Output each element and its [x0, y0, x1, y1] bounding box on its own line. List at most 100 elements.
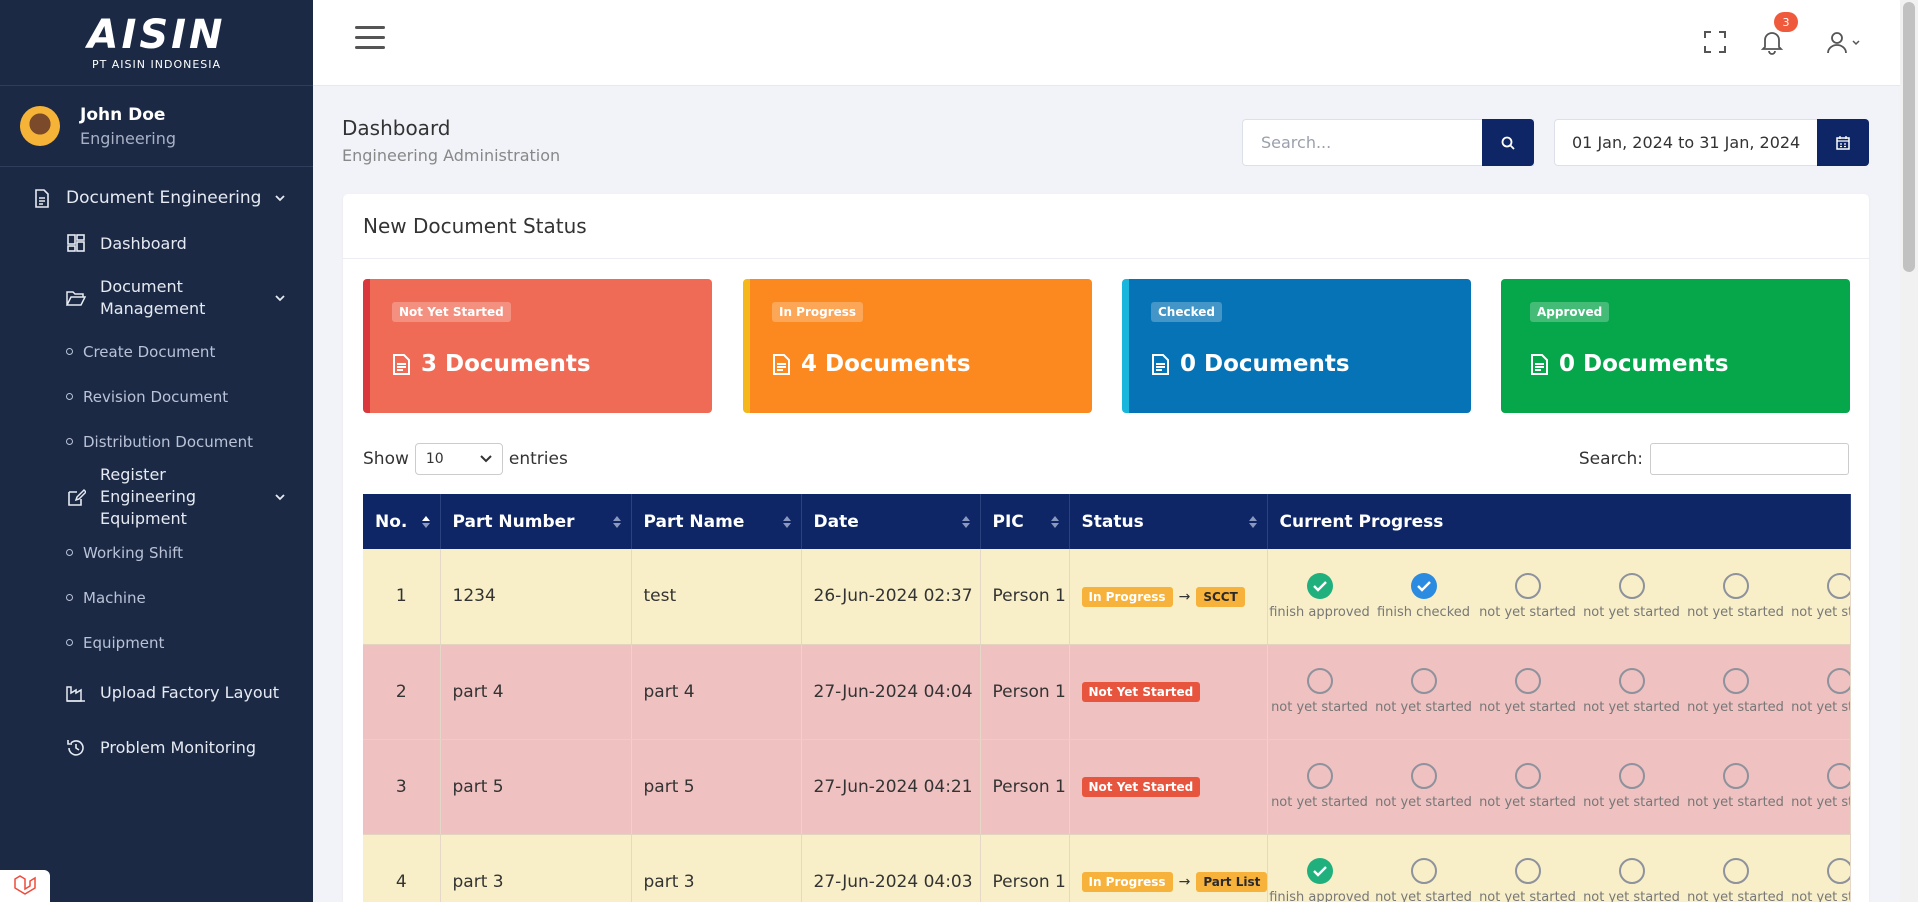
- sidebar-item-label: Working Shift: [83, 543, 184, 562]
- progress-step: not yet started: [1476, 763, 1580, 810]
- table-search-input[interactable]: [1650, 443, 1849, 475]
- progress-step-label: not yet started: [1791, 890, 1849, 902]
- progress-step-label: not yet started: [1479, 795, 1576, 810]
- sort-icon[interactable]: [782, 516, 791, 528]
- empty-circle-icon: [1618, 668, 1645, 694]
- col-date-header[interactable]: Date: [801, 494, 981, 549]
- sidebar: AISIN PT AISIN INDONESIA John Doe Engine…: [0, 0, 313, 902]
- entries-value: 10: [425, 451, 444, 467]
- page-scrollbar[interactable]: [1900, 0, 1918, 902]
- user-profile[interactable]: John Doe Engineering: [0, 86, 313, 167]
- circle-icon: [66, 348, 73, 355]
- stat-label: In Progress: [772, 302, 864, 322]
- progress-step-label: not yet started: [1479, 700, 1576, 715]
- search-icon: [1501, 136, 1515, 150]
- sidebar-item-upload-factory-layout[interactable]: Upload Factory Layout: [0, 665, 313, 720]
- sidebar-item-working-shift[interactable]: Working Shift: [0, 530, 313, 575]
- table-row[interactable]: 4 part 3 part 3 27-Jun-2024 04:03 Person 1 In…: [363, 834, 1851, 902]
- search-button[interactable]: [1482, 119, 1534, 166]
- cell-status: Not Yet Started: [1069, 644, 1268, 740]
- empty-circle-icon: [1306, 763, 1333, 789]
- progress-step-label: finish approved: [1269, 890, 1370, 902]
- stat-card-approved[interactable]: Approved 0 Documents: [1501, 279, 1850, 413]
- col-part-name-header[interactable]: Part Name: [631, 494, 802, 549]
- sort-icon[interactable]: [421, 516, 430, 528]
- sidebar-item-distribution-document[interactable]: Distribution Document: [0, 419, 313, 464]
- fullscreen-icon[interactable]: [1701, 28, 1729, 56]
- sidebar-item-document-engineering[interactable]: Document Engineering: [0, 177, 313, 219]
- laravel-debug-icon[interactable]: [0, 870, 50, 902]
- sidebar-item-dashboard[interactable]: Dashboard: [0, 219, 313, 267]
- sidebar-item-revision-document[interactable]: Revision Document: [0, 374, 313, 419]
- sort-icon[interactable]: [612, 516, 621, 528]
- user-menu-icon[interactable]: [1823, 28, 1863, 56]
- progress-step: not yet started: [1684, 668, 1788, 715]
- cell-current-progress: finish approved finish checked not yet sta…: [1267, 549, 1851, 645]
- progress-step: not yet started: [1476, 858, 1580, 902]
- sidebar-item-machine[interactable]: Machine: [0, 575, 313, 620]
- chevron-down-icon: [275, 295, 285, 302]
- progress-step: not yet started: [1684, 763, 1788, 810]
- empty-circle-icon: [1826, 668, 1849, 694]
- progress-step: not yet started: [1580, 668, 1684, 715]
- progress-step-label: not yet started: [1583, 890, 1680, 902]
- document-icon: [393, 353, 410, 375]
- progress-step-label: finish approved: [1269, 604, 1370, 620]
- date-range-input[interactable]: 01 Jan, 2024 to 31 Jan, 2024: [1554, 119, 1819, 166]
- cell-part-number: part 5: [440, 739, 632, 835]
- col-status-header[interactable]: Status: [1069, 494, 1268, 549]
- empty-circle-icon: [1514, 572, 1541, 599]
- sort-icon[interactable]: [1050, 516, 1059, 528]
- progress-step: not yet started: [1788, 858, 1849, 902]
- progress-step: not yet started: [1268, 668, 1372, 715]
- cell-current-progress: not yet started not yet started not yet st…: [1267, 644, 1851, 740]
- col-pic-header[interactable]: PIC: [980, 494, 1070, 549]
- menu-toggle-icon[interactable]: [355, 26, 385, 52]
- scrollbar-thumb[interactable]: [1903, 2, 1915, 272]
- sidebar-item-document-management[interactable]: Document Management: [0, 267, 313, 329]
- stat-card-in-progress[interactable]: In Progress 4 Documents: [743, 279, 1092, 413]
- dashboard-icon: [66, 233, 86, 253]
- progress-step: not yet started: [1580, 572, 1684, 620]
- page-subtitle: Engineering Administration: [342, 146, 561, 165]
- entries-select[interactable]: 10: [414, 443, 503, 475]
- empty-circle-icon: [1410, 858, 1437, 884]
- sidebar-item-register-equipment[interactable]: Register Engineering Equipment: [0, 464, 313, 530]
- cell-pic: Person 1: [980, 739, 1070, 835]
- sort-icon[interactable]: [1248, 516, 1257, 528]
- col-no-header[interactable]: No.: [363, 494, 441, 549]
- col-part-number-header[interactable]: Part Number: [440, 494, 632, 549]
- empty-circle-icon: [1826, 763, 1849, 789]
- sidebar-item-label: Machine: [83, 588, 146, 607]
- stat-value: 0 Documents: [1180, 351, 1350, 377]
- notification-bell-icon[interactable]: 3: [1758, 12, 1798, 56]
- column-label: Part Name: [643, 511, 745, 532]
- table-row[interactable]: 1 1234 test 26-Jun-2024 02:37 Person 1 In Pro…: [363, 549, 1851, 645]
- stat-card-not-started[interactable]: Not Yet Started 3 Documents: [363, 279, 712, 413]
- cell-current-progress: finish approved not yet started not yet st…: [1267, 834, 1851, 902]
- progress-step-label: not yet started: [1271, 795, 1368, 810]
- sort-icon[interactable]: [961, 516, 970, 528]
- sidebar-item-equipment[interactable]: Equipment: [0, 620, 313, 665]
- stat-card-checked[interactable]: Checked 0 Documents: [1122, 279, 1471, 413]
- calendar-button[interactable]: [1817, 119, 1869, 166]
- page-title: Dashboard: [342, 116, 451, 140]
- progress-step: not yet started: [1580, 763, 1684, 810]
- progress-step: not yet started: [1788, 572, 1849, 620]
- brand-logo[interactable]: AISIN: [87, 15, 225, 55]
- empty-circle-icon: [1410, 763, 1437, 789]
- col-current-progress-header[interactable]: Current Progress: [1267, 494, 1851, 549]
- cell-part-number: 1234: [440, 549, 632, 645]
- column-label: Status: [1081, 511, 1144, 532]
- sidebar-item-create-document[interactable]: Create Document: [0, 329, 313, 374]
- empty-circle-icon: [1514, 763, 1541, 789]
- document-icon: [773, 353, 790, 375]
- cell-date: 27-Jun-2024 04:21: [801, 739, 981, 835]
- cell-part-name: test: [631, 549, 802, 645]
- document-status-card: New Document Status Not Yet Started 3 Do…: [343, 194, 1869, 902]
- table-row[interactable]: 2 part 4 part 4 27-Jun-2024 04:04 Person 1 No…: [363, 644, 1851, 740]
- progress-step: not yet started: [1788, 763, 1849, 810]
- progress-step-label: not yet started: [1583, 700, 1680, 715]
- sidebar-item-problem-monitoring[interactable]: Problem Monitoring: [0, 720, 313, 775]
- table-row[interactable]: 3 part 5 part 5 27-Jun-2024 04:21 Person 1 No…: [363, 739, 1851, 835]
